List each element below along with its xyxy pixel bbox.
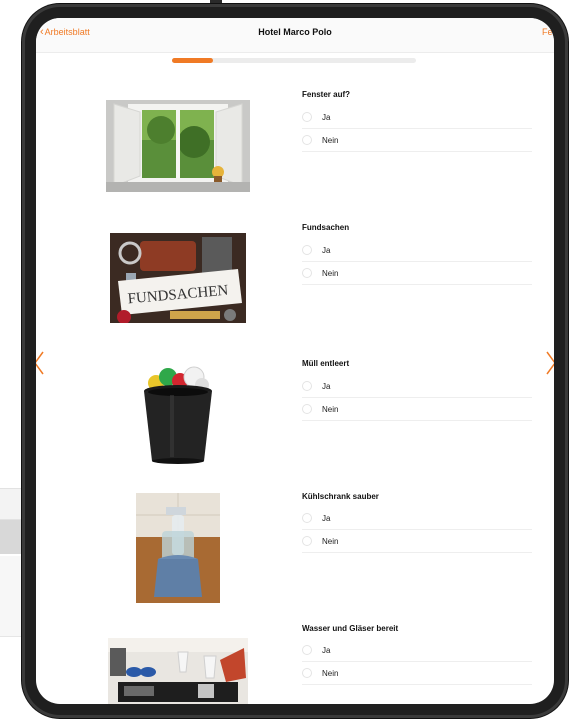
option-nein[interactable]: Nein bbox=[302, 662, 532, 685]
progress-bar bbox=[172, 58, 416, 63]
radio-button[interactable] bbox=[302, 112, 312, 122]
option-label: Nein bbox=[322, 668, 339, 678]
option-ja[interactable]: Ja bbox=[302, 639, 532, 662]
option-ja[interactable]: Ja bbox=[302, 106, 532, 129]
question-title: Wasser und Gläser bereit bbox=[302, 624, 399, 633]
previous-page-arrow-icon[interactable] bbox=[36, 350, 46, 376]
radio-button[interactable] bbox=[302, 645, 312, 655]
page-title: Hotel Marco Polo bbox=[258, 27, 332, 37]
option-nein[interactable]: Nein bbox=[302, 129, 532, 152]
option-label: Ja bbox=[322, 645, 331, 655]
option-ja[interactable]: Ja bbox=[302, 375, 532, 398]
screen: ‹ Arbeitsblatt Hotel Marco Polo Fert bbox=[36, 18, 554, 704]
option-nein[interactable]: Nein bbox=[302, 262, 532, 285]
option-nein[interactable]: Nein bbox=[302, 530, 532, 553]
next-page-arrow-icon[interactable] bbox=[544, 350, 554, 376]
option-label: Nein bbox=[322, 135, 339, 145]
option-label: Ja bbox=[322, 381, 331, 391]
progress-fill bbox=[172, 58, 214, 63]
cleaning-spray-photo bbox=[136, 493, 220, 603]
radio-button[interactable] bbox=[302, 381, 312, 391]
option-ja[interactable]: Ja bbox=[302, 507, 532, 530]
tablet-frame: ‹ Arbeitsblatt Hotel Marco Polo Fert bbox=[22, 4, 568, 718]
radio-button[interactable] bbox=[302, 513, 312, 523]
trash-bin-photo bbox=[140, 365, 216, 465]
question-title: Müll entleert bbox=[302, 359, 350, 368]
radio-button[interactable] bbox=[302, 536, 312, 546]
radio-button[interactable] bbox=[302, 268, 312, 278]
radio-button[interactable] bbox=[302, 135, 312, 145]
question-title: Fenster auf? bbox=[302, 90, 351, 99]
navigation-bar: ‹ Arbeitsblatt Hotel Marco Polo Fert bbox=[36, 18, 554, 53]
option-label: Ja bbox=[322, 112, 331, 122]
option-label: Ja bbox=[322, 513, 331, 523]
option-ja[interactable]: Ja bbox=[302, 239, 532, 262]
open-window-photo bbox=[106, 100, 250, 192]
option-label: Ja bbox=[322, 245, 331, 255]
radio-button[interactable] bbox=[302, 668, 312, 678]
option-nein[interactable]: Nein bbox=[302, 398, 532, 421]
option-label: Nein bbox=[322, 268, 339, 278]
done-button[interactable]: Fert bbox=[542, 27, 554, 37]
question-title: Kühlschrank sauber bbox=[302, 492, 379, 501]
glasses-tray-photo bbox=[108, 638, 248, 704]
question-title: Fundsachen bbox=[302, 223, 350, 232]
lost-and-found-photo: FUNDSACHEN bbox=[110, 233, 246, 323]
option-label: Nein bbox=[322, 536, 339, 546]
radio-button[interactable] bbox=[302, 245, 312, 255]
option-label: Nein bbox=[322, 404, 339, 414]
radio-button[interactable] bbox=[302, 404, 312, 414]
